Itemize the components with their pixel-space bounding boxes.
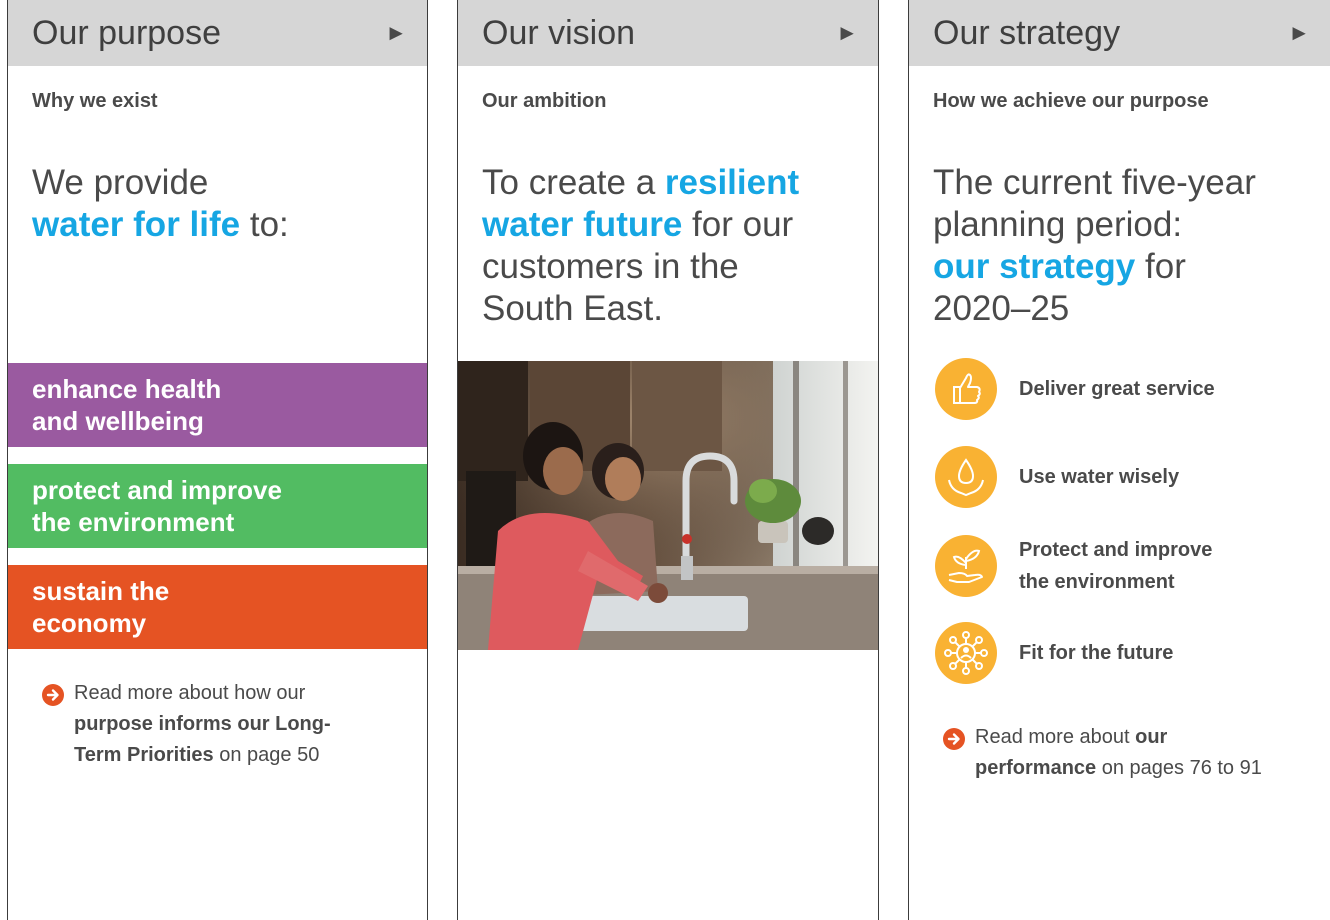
vision-line-tail: for our xyxy=(692,205,794,244)
objective-label: Deliver great service xyxy=(1019,378,1215,400)
vision-line: South East. xyxy=(482,289,663,328)
read-more-bold: purpose informs our Long- xyxy=(74,713,331,735)
strategy-statement: The current five-year planning period: o… xyxy=(933,162,1256,330)
purpose-panel: Our purpose ► Why we exist We provide wa… xyxy=(7,0,428,920)
band-line: enhance health xyxy=(32,374,222,404)
strategy-highlight: our strategy xyxy=(933,247,1136,286)
thumbs-up-icon xyxy=(935,358,997,420)
objective-label-line: the environment xyxy=(1019,571,1175,593)
read-more-tail: on page 50 xyxy=(219,744,320,766)
vision-statement: To create a resilient water future for o… xyxy=(482,162,799,330)
kitchen-sink-photo xyxy=(458,361,878,650)
vision-subheading: Our ambition xyxy=(482,90,607,112)
water-drop-hands-icon xyxy=(935,446,997,508)
read-more-bold: our xyxy=(1135,726,1168,748)
expand-arrow-icon: ► xyxy=(1288,20,1310,45)
purpose-subheading: Why we exist xyxy=(32,90,158,112)
objective-protect-environment: Protect and improve the environment xyxy=(935,534,1212,598)
expand-arrow-icon: ► xyxy=(385,20,407,45)
read-more-bold: Term Priorities xyxy=(74,744,214,766)
strategy-read-more-link[interactable]: Read more about our performance on pages… xyxy=(975,722,1262,784)
strategy-line-tail: for xyxy=(1145,247,1186,286)
objective-label: Use water wisely xyxy=(1019,466,1180,488)
strategy-header[interactable]: Our strategy ► xyxy=(909,0,1330,66)
objective-label: Protect and improve the environment xyxy=(1019,534,1212,598)
strategy-line: planning period: xyxy=(933,205,1183,244)
vision-header-title: Our vision xyxy=(482,13,636,52)
purpose-statement-highlight: water for life xyxy=(32,205,241,244)
vision-lead: To create a xyxy=(482,163,656,202)
band-line: and wellbeing xyxy=(32,406,204,436)
strategy-panel: Our strategy ► How we achieve our purpos… xyxy=(908,0,1330,920)
vision-line: customers in the xyxy=(482,247,739,286)
expand-arrow-icon: ► xyxy=(836,20,858,45)
objective-fit-for-future: Fit for the future xyxy=(935,622,1173,684)
band-line: the environment xyxy=(32,507,235,537)
purpose-statement-lead: We provide xyxy=(32,163,209,202)
vision-highlight: resilient xyxy=(664,163,800,202)
vision-header[interactable]: Our vision ► xyxy=(458,0,878,66)
strategy-line: 2020–25 xyxy=(933,289,1070,328)
objective-deliver-great-service: Deliver great service xyxy=(935,358,1215,420)
strategy-header-title: Our strategy xyxy=(933,13,1121,52)
read-more-text: Read more about xyxy=(975,726,1130,748)
band-line: sustain the xyxy=(32,576,170,606)
purpose-band-health: enhance health and wellbeing xyxy=(8,363,427,447)
purpose-statement-tail: to: xyxy=(249,205,289,244)
strategy-subheading: How we achieve our purpose xyxy=(933,90,1209,112)
purpose-header[interactable]: Our purpose ► xyxy=(8,0,427,66)
plant-hand-icon xyxy=(935,535,997,597)
band-line: economy xyxy=(32,608,147,638)
objective-label-line: Protect and improve xyxy=(1019,539,1213,561)
vision-highlight: water future xyxy=(482,205,683,244)
purpose-band-environment: protect and improve the environment xyxy=(8,464,427,548)
purpose-band-economy: sustain the economy xyxy=(8,565,427,649)
purpose-read-more-link[interactable]: Read more about how our purpose informs … xyxy=(74,678,331,771)
read-more-tail: on pages 76 to 91 xyxy=(1101,757,1262,779)
vision-panel: Our vision ► Our ambition To create a re… xyxy=(457,0,879,920)
objective-label: Fit for the future xyxy=(1019,642,1174,664)
purpose-statement: We provide water for life to: xyxy=(32,162,289,246)
arrow-right-circle-icon[interactable] xyxy=(42,684,64,706)
read-more-bold: performance xyxy=(975,757,1097,779)
band-line: protect and improve xyxy=(32,475,282,505)
read-more-text: Read more about how our xyxy=(74,682,306,704)
network-people-icon xyxy=(935,622,997,684)
purpose-header-title: Our purpose xyxy=(32,13,221,52)
objective-use-water-wisely: Use water wisely xyxy=(935,446,1179,508)
arrow-right-circle-icon[interactable] xyxy=(943,728,965,750)
strategy-line: The current five-year xyxy=(933,163,1256,202)
